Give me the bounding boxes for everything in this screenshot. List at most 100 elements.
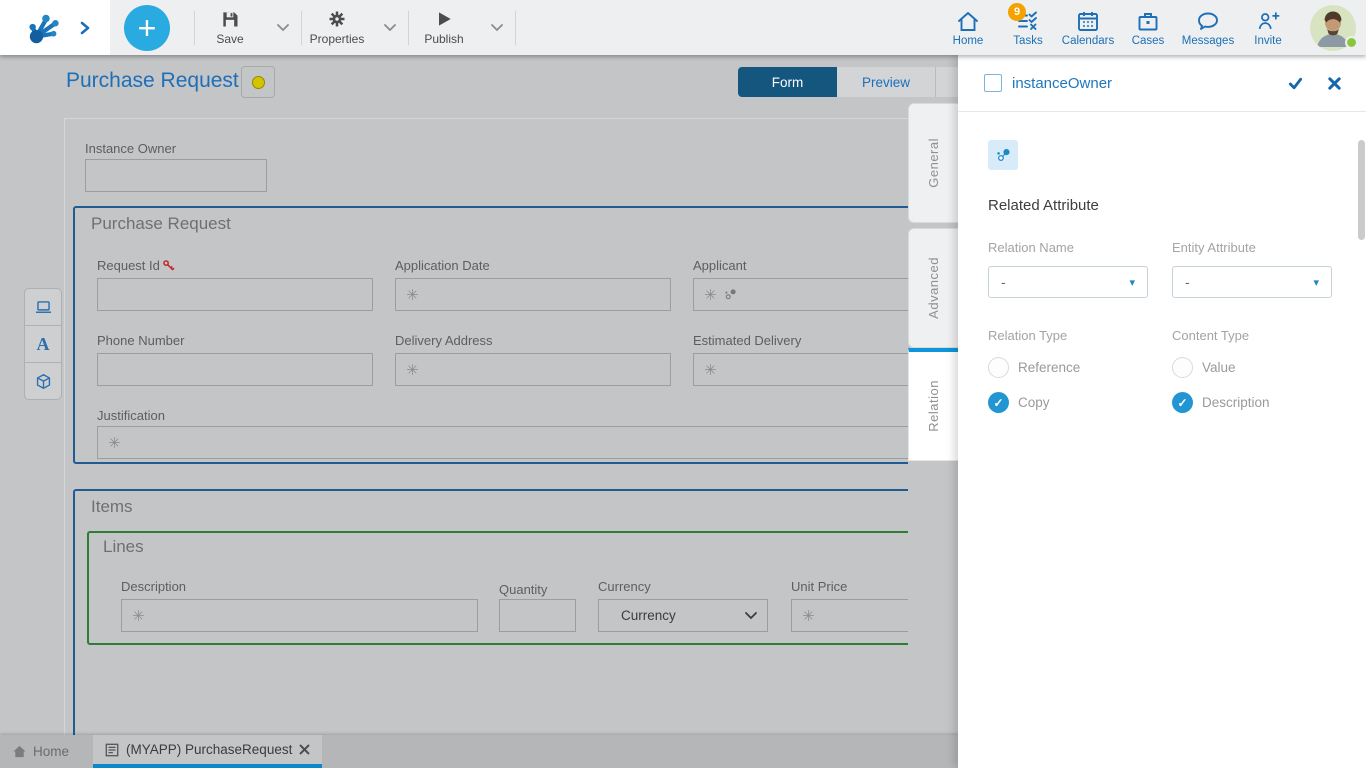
properties-button[interactable]: Properties bbox=[302, 9, 372, 46]
nav-home[interactable]: Home bbox=[938, 9, 998, 47]
panel-title: instanceOwner bbox=[1012, 74, 1113, 92]
required-asterisk-icon: ✳ bbox=[406, 285, 419, 304]
form-status-button[interactable] bbox=[241, 66, 275, 98]
relation-name-label: Relation Name bbox=[988, 240, 1074, 255]
text-tool-button[interactable]: A bbox=[24, 325, 62, 363]
logo-box bbox=[0, 0, 110, 55]
justification-input[interactable]: ✳ bbox=[97, 426, 908, 459]
save-button[interactable]: Save bbox=[195, 9, 265, 46]
entity-attribute-label: Entity Attribute bbox=[1172, 240, 1256, 255]
close-icon[interactable] bbox=[1327, 76, 1342, 91]
add-button[interactable]: + bbox=[124, 4, 170, 51]
properties-group: Properties bbox=[302, 0, 408, 55]
message-bubble-icon bbox=[1198, 12, 1218, 30]
save-label: Save bbox=[216, 32, 244, 46]
nav-calendars[interactable]: Calendars bbox=[1058, 9, 1118, 47]
entity-attribute-select[interactable]: - ▾ bbox=[1172, 266, 1332, 298]
key-required-icon bbox=[163, 260, 175, 271]
invite-person-add-icon bbox=[1258, 11, 1280, 29]
instance-owner-input[interactable] bbox=[85, 159, 267, 192]
content-type-label: Content Type bbox=[1172, 328, 1250, 343]
apply-check-icon[interactable] bbox=[1288, 76, 1303, 91]
panel-body: Related Attribute Relation Name - ▾ Enti… bbox=[958, 112, 1366, 441]
radio-checked-icon: ✓ bbox=[988, 392, 1009, 413]
applicant-label: Applicant bbox=[693, 258, 747, 273]
phone-number-label: Phone Number bbox=[97, 333, 185, 348]
description-label: Description bbox=[121, 579, 187, 594]
section-lines[interactable]: Lines Description ✳ Quantity Currency Cu… bbox=[87, 531, 908, 645]
nav-invite[interactable]: Invite bbox=[1238, 9, 1298, 47]
section-purchase-request[interactable]: Purchase Request Request Id Application … bbox=[73, 206, 908, 464]
delivery-address-label: Delivery Address bbox=[395, 333, 493, 348]
save-group: Save bbox=[195, 0, 301, 55]
quantity-label: Quantity bbox=[499, 582, 548, 597]
radio-value[interactable]: Value bbox=[1172, 357, 1332, 378]
publish-group: Publish bbox=[409, 0, 515, 55]
presence-status-dot bbox=[1345, 35, 1358, 49]
estimated-delivery-input[interactable]: ✳ bbox=[693, 353, 908, 386]
relation-icon bbox=[724, 289, 736, 300]
nav-messages[interactable]: Messages bbox=[1178, 9, 1238, 47]
property-tab-strip: General Advanced Relation bbox=[908, 55, 958, 768]
relation-name-select[interactable]: - ▾ bbox=[988, 266, 1148, 298]
section-title: Purchase Request bbox=[91, 214, 231, 233]
nav-tasks[interactable]: 9 Tasks bbox=[998, 2, 1058, 47]
widget-toolbar: A bbox=[24, 288, 62, 400]
page-title: Purchase Request bbox=[66, 69, 239, 92]
unit-price-input[interactable]: ✳ bbox=[791, 599, 908, 632]
gear-icon bbox=[329, 11, 345, 27]
form-list-icon bbox=[105, 743, 119, 756]
chevron-down-icon bbox=[491, 23, 503, 31]
applicant-input[interactable]: ✳ bbox=[693, 278, 908, 311]
application-date-input[interactable]: ✳ bbox=[395, 278, 671, 311]
related-attribute-button[interactable] bbox=[988, 140, 1018, 170]
radio-description[interactable]: ✓ Description bbox=[1172, 392, 1332, 413]
section-items[interactable]: Items Lines Description ✳ Quantity Curre… bbox=[73, 489, 908, 735]
radio-checked-icon: ✓ bbox=[1172, 392, 1193, 413]
section-title: Lines bbox=[103, 537, 144, 556]
tab-advanced[interactable]: Advanced bbox=[908, 228, 958, 348]
object-tool-button[interactable] bbox=[24, 362, 62, 400]
bottom-tab-purchase-request[interactable]: (MYAPP) PurchaseRequest bbox=[93, 735, 323, 768]
home-icon bbox=[13, 745, 26, 758]
tab-general[interactable]: General bbox=[908, 103, 958, 223]
chevron-down-icon bbox=[745, 611, 757, 619]
app-logo-icon[interactable] bbox=[26, 9, 64, 47]
caret-down-icon: ▾ bbox=[1313, 276, 1319, 289]
radio-unchecked-icon bbox=[1172, 357, 1193, 378]
currency-select-value: Currency bbox=[621, 608, 676, 623]
topbar: + Save Properties Publish Home 9 Tasks C… bbox=[0, 0, 1366, 55]
publish-dropdown-button[interactable] bbox=[479, 23, 515, 32]
application-date-label: Application Date bbox=[395, 258, 490, 273]
nav-cases[interactable]: Cases bbox=[1118, 9, 1178, 47]
field-checkbox[interactable] bbox=[984, 74, 1002, 92]
radio-reference[interactable]: Reference bbox=[988, 357, 1148, 378]
phone-number-input[interactable] bbox=[97, 353, 373, 386]
properties-dropdown-button[interactable] bbox=[372, 23, 408, 32]
close-tab-icon[interactable] bbox=[299, 744, 310, 755]
calendar-icon bbox=[1078, 11, 1098, 31]
delivery-address-input[interactable]: ✳ bbox=[395, 353, 671, 386]
radio-copy[interactable]: ✓ Copy bbox=[988, 392, 1148, 413]
expand-chevron-right-icon[interactable] bbox=[78, 21, 92, 35]
user-avatar[interactable] bbox=[1310, 4, 1358, 51]
properties-label: Properties bbox=[309, 32, 365, 46]
tab-form[interactable]: Form bbox=[738, 67, 837, 97]
bottom-home-tab[interactable]: Home bbox=[0, 735, 83, 768]
save-dropdown-button[interactable] bbox=[265, 23, 301, 32]
currency-select[interactable]: Currency bbox=[598, 599, 768, 632]
radio-unchecked-icon bbox=[988, 357, 1009, 378]
section-title: Items bbox=[91, 497, 133, 516]
device-preview-tool-button[interactable] bbox=[24, 288, 62, 326]
tab-relation[interactable]: Relation bbox=[908, 348, 958, 461]
briefcase-icon bbox=[1138, 12, 1158, 30]
publish-button[interactable]: Publish bbox=[409, 9, 479, 46]
play-icon bbox=[439, 12, 451, 26]
quantity-input[interactable] bbox=[499, 599, 576, 632]
panel-scrollbar[interactable] bbox=[1358, 140, 1365, 240]
description-input[interactable]: ✳ bbox=[121, 599, 478, 632]
panel-heading: Related Attribute bbox=[988, 197, 1099, 214]
laptop-icon bbox=[35, 300, 51, 313]
request-id-input[interactable] bbox=[97, 278, 373, 311]
request-id-label: Request Id bbox=[97, 258, 175, 273]
